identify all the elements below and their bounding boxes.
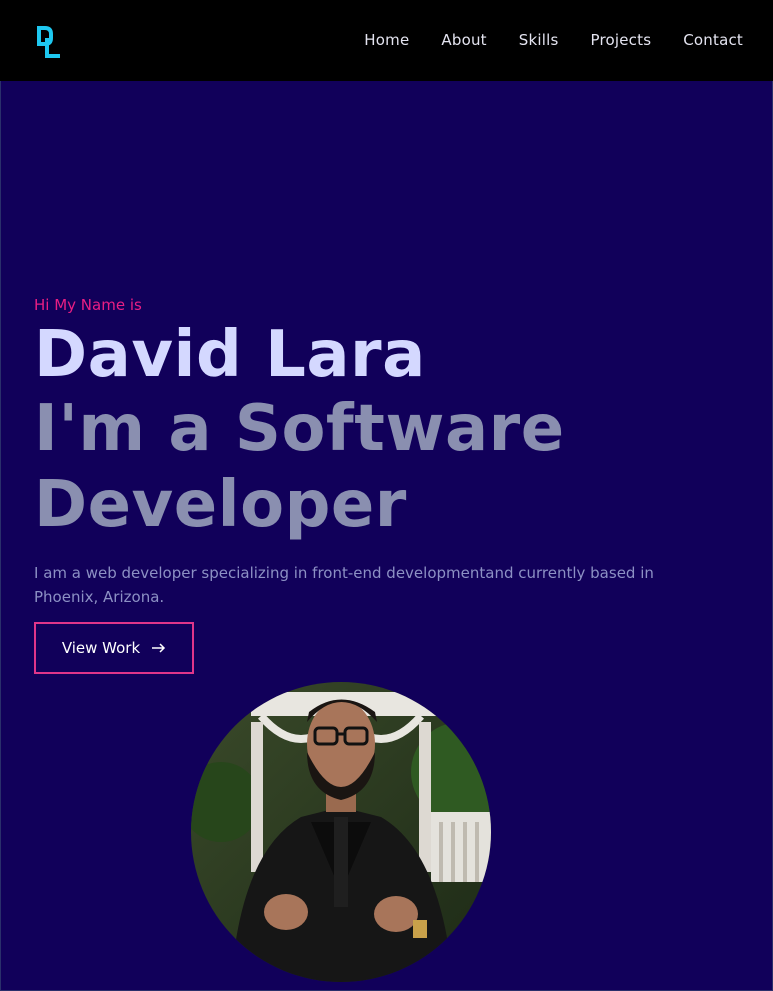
nav-skills[interactable]: Skills: [519, 30, 559, 50]
hero-role-line1: I'm a Software: [34, 392, 565, 466]
profile-photo: [191, 682, 491, 982]
view-work-button[interactable]: View Work: [34, 622, 194, 674]
view-work-label: View Work: [61, 639, 141, 657]
arrow-right-icon: [152, 639, 166, 657]
hero-section: Hi My Name is David Lara I'm a Software …: [34, 295, 734, 609]
hero-name: David Lara: [34, 318, 426, 392]
nav-about[interactable]: About: [441, 30, 486, 50]
hero-greeting: Hi My Name is: [34, 296, 142, 314]
hero-bio: I am a web developer specializing in fro…: [34, 564, 654, 606]
main-nav: Home About Skills Projects Contact: [332, 30, 743, 50]
nav-home[interactable]: Home: [364, 30, 409, 50]
logo-icon[interactable]: [34, 24, 64, 60]
nav-contact[interactable]: Contact: [683, 30, 743, 50]
nav-projects[interactable]: Projects: [590, 30, 651, 50]
site-header: Home About Skills Projects Contact: [0, 0, 773, 81]
hero-role-line2: Developer: [34, 468, 407, 542]
